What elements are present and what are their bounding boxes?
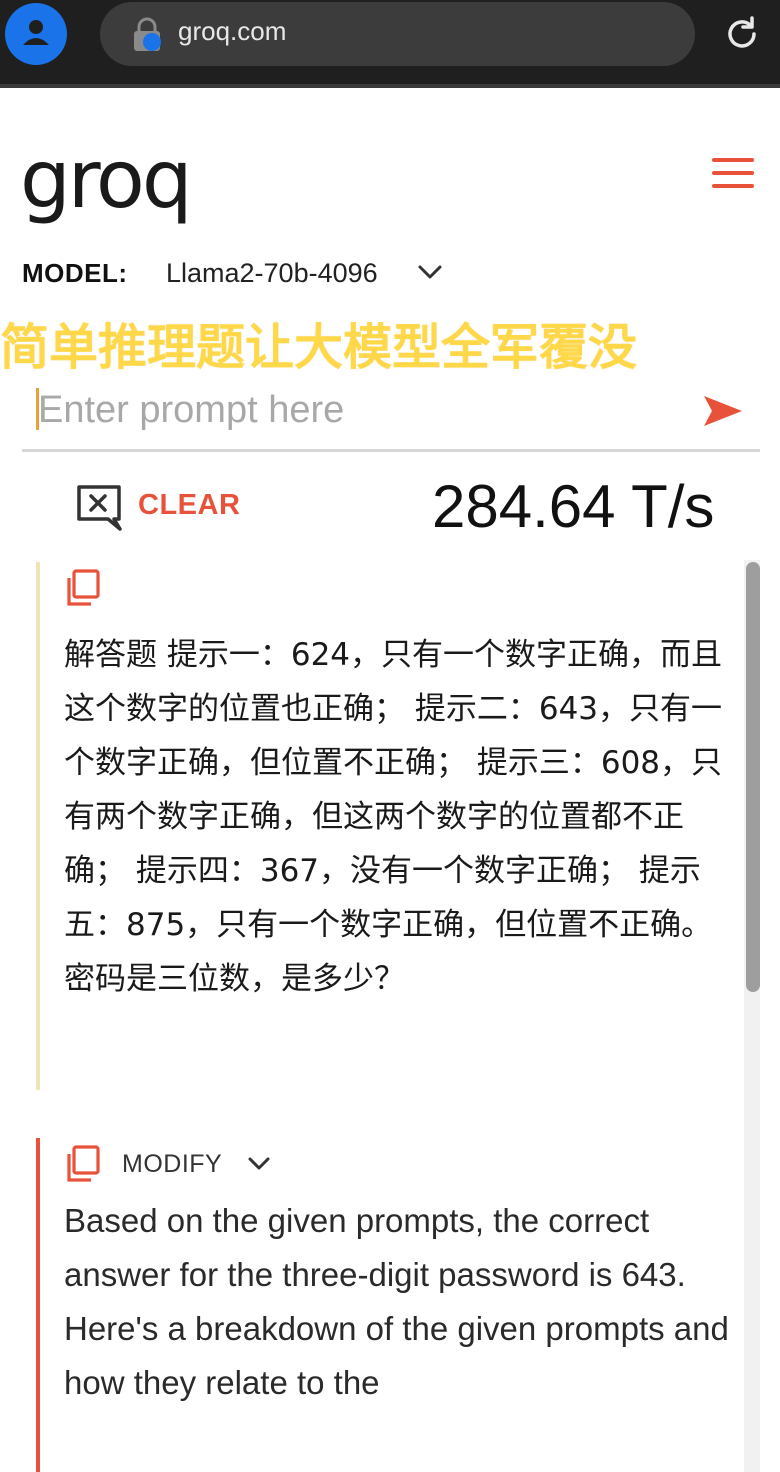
address-bar[interactable]: groq.com (100, 2, 695, 66)
assistant-paragraph: Here's a breakdown of the given prompts … (64, 1310, 729, 1401)
model-label: MODEL: (22, 258, 128, 288)
modify-button[interactable]: MODIFY (122, 1150, 222, 1179)
clear-icon[interactable] (74, 484, 126, 532)
site-info-icon[interactable] (130, 16, 166, 54)
url-text[interactable]: groq.com (178, 16, 286, 47)
reload-icon[interactable] (722, 14, 762, 54)
scrollbar-thumb[interactable] (746, 562, 760, 992)
clear-button[interactable]: CLEAR (138, 489, 240, 522)
copy-icon[interactable] (62, 568, 102, 608)
assistant-message: MODIFY Based on the given prompts, the c… (36, 1138, 736, 1472)
prompt-input[interactable] (38, 380, 678, 440)
chevron-down-icon[interactable] (246, 1154, 272, 1174)
prompt-area (22, 380, 760, 452)
toolbar-divider (0, 84, 780, 88)
groq-logo[interactable]: groq (20, 140, 193, 220)
overlay-caption: 简单推理题让大模型全军覆没 (0, 319, 638, 376)
user-message: 解答题 提示一：624，只有一个数字正确，而且这个数字的位置也正确； 提示二：6… (36, 562, 736, 1090)
assistant-paragraph: Based on the given prompts, the correct … (64, 1202, 686, 1293)
copy-icon[interactable] (62, 1144, 102, 1184)
send-icon[interactable] (702, 392, 744, 430)
tokens-per-second: 284.64 T/s (432, 473, 715, 540)
model-select[interactable]: Llama2-70b-4096 (166, 258, 378, 289)
profile-avatar[interactable] (5, 3, 67, 65)
user-message-text: 解答题 提示一：624，只有一个数字正确，而且这个数字的位置也正确； 提示二：6… (64, 637, 723, 997)
assistant-message-text: Based on the given prompts, the correct … (64, 1194, 734, 1410)
user-icon (23, 20, 49, 45)
menu-icon[interactable] (712, 158, 754, 188)
chevron-down-icon[interactable] (416, 262, 444, 282)
browser-toolbar: groq.com (0, 0, 780, 86)
